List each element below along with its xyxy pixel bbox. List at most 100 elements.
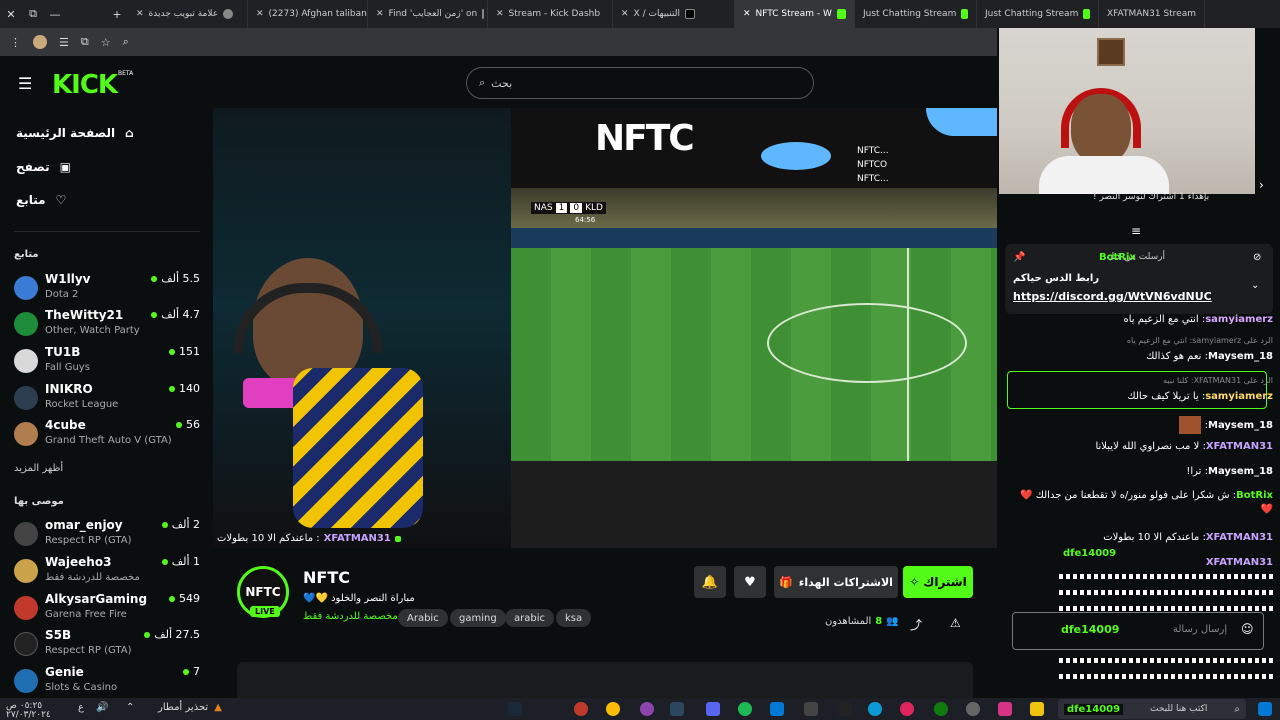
stream-category[interactable]: مخصصة للدردشة فقط xyxy=(303,611,398,622)
close-icon[interactable]: ✕ xyxy=(376,9,384,19)
browser-tab[interactable]: Just Chatting Stream xyxy=(855,0,977,28)
notifications-button[interactable]: 🔔 xyxy=(694,566,726,598)
search-input[interactable]: ⌕ بحث xyxy=(466,67,814,99)
obs-icon[interactable] xyxy=(966,702,980,716)
channel-item[interactable]: Wajeeho3 مخصصة للدردشة فقط 1 ألف xyxy=(14,555,200,587)
collapse-icon[interactable]: ≡ xyxy=(1131,224,1141,238)
channel-name[interactable]: NFTC xyxy=(303,568,350,587)
minimize-window-button[interactable]: — xyxy=(44,8,66,21)
browser-tab[interactable]: ✕ (2273) Afghan taliban xyxy=(248,0,368,28)
pinned-link[interactable]: https://discord.gg/WtVN6vdNUC xyxy=(1013,290,1212,303)
heart-icon: ♡ xyxy=(55,193,67,207)
browser-tab[interactable]: ✕ Find 'زمن العجايب' on xyxy=(368,0,488,28)
speaker-icon[interactable]: 🔊 xyxy=(96,702,108,713)
chat-username[interactable]: dfe14009 xyxy=(1063,548,1116,559)
outlook-icon[interactable] xyxy=(770,702,784,716)
language-indicator[interactable]: ع xyxy=(78,702,84,713)
zoom-icon[interactable]: ⌕ xyxy=(123,35,129,49)
channel-item[interactable]: W1llyv Dota 2 5.5 ألف xyxy=(14,272,200,304)
close-icon[interactable]: ✕ xyxy=(496,9,504,19)
close-icon[interactable]: ✕ xyxy=(136,9,144,19)
hamburger-menu-icon[interactable]: ☰ xyxy=(18,74,32,93)
subscribe-button[interactable]: اشتراك ✧ xyxy=(903,566,973,598)
chat-username[interactable]: XFATMAN31 xyxy=(1206,441,1273,452)
chat-username[interactable]: XFATMAN31 xyxy=(1206,557,1273,568)
clock[interactable]: ٠٥:٢٥ ص ٢٧/٠٣/٢٠٢٤ xyxy=(6,702,51,720)
menu-dots-icon[interactable]: ⋮ xyxy=(10,36,21,49)
recommended-section-title: موصى بها xyxy=(14,496,64,507)
bookmark-star-icon[interactable]: ☆ xyxy=(101,36,111,49)
show-more-link[interactable]: أظهر المزيد xyxy=(14,463,63,474)
app-icon[interactable] xyxy=(900,702,914,716)
kick-logo[interactable]: KICK xyxy=(52,70,118,100)
steam-icon[interactable] xyxy=(508,702,522,716)
live-dot-icon xyxy=(151,311,158,318)
extensions-icon[interactable]: ⧉ xyxy=(81,35,89,49)
profile-icon[interactable] xyxy=(33,35,47,49)
channel-item[interactable]: Genie Slots & Casino 7 xyxy=(14,665,200,697)
chat-username[interactable]: samyiamerz xyxy=(1205,314,1273,325)
chat-username[interactable]: samyiamerz xyxy=(1205,391,1273,402)
edge-icon[interactable] xyxy=(868,702,882,716)
copilot-icon[interactable] xyxy=(998,702,1012,716)
chevron-right-icon[interactable]: › xyxy=(1259,178,1264,192)
browser-tab[interactable]: ✕ X / التنبيهات xyxy=(613,0,735,28)
new-tab-button[interactable]: + xyxy=(106,8,128,21)
chat-username[interactable]: Maysem_18 xyxy=(1208,351,1273,362)
browser-tab-active[interactable]: ✕ NFTC Stream - W xyxy=(735,0,855,28)
tag[interactable]: Arabic xyxy=(398,609,448,627)
steam-icon[interactable] xyxy=(670,702,684,716)
chrome-icon[interactable] xyxy=(606,702,620,716)
spotify-icon[interactable] xyxy=(738,702,752,716)
close-icon[interactable]: ✕ xyxy=(256,9,264,19)
sidebar-item-home[interactable]: الصفحة الرئيسية ⌂ xyxy=(16,126,134,140)
tag[interactable]: gaming xyxy=(450,609,506,627)
xbox-icon[interactable] xyxy=(934,702,948,716)
share-icon[interactable]: ⤴ xyxy=(910,616,922,633)
reading-list-icon[interactable]: ☰ xyxy=(59,36,69,49)
channel-item[interactable]: TU1B Fall Guys 151 xyxy=(14,345,200,377)
sidebar-item-following[interactable]: متابع ♡ xyxy=(16,193,66,207)
weather-widget[interactable]: ▲ تحذير أمطار xyxy=(158,702,222,713)
browser-tab[interactable]: Just Chatting Stream xyxy=(977,0,1099,28)
channel-item[interactable]: TheWitty21 Other, Watch Party 4.7 ألف xyxy=(14,308,200,340)
windows-start-icon[interactable] xyxy=(1258,702,1272,716)
chat-username[interactable]: XFATMAN31 xyxy=(1206,532,1273,543)
follow-button[interactable]: ♥ xyxy=(734,566,766,598)
channel-item[interactable]: omar_enjoy Respect RP (GTA) 2 ألف xyxy=(14,518,200,550)
chat-username[interactable]: BotRix xyxy=(1236,490,1273,501)
hide-icon[interactable]: ⊘ xyxy=(1253,252,1261,263)
browser-tab[interactable]: XFATMAN31 Stream xyxy=(1099,0,1205,28)
channel-item[interactable]: 4cube Grand Theft Auto V (GTA) 56 xyxy=(14,418,200,450)
taskbar-search[interactable]: ⌕ اكتب هنا للبحث dfe14009 xyxy=(1058,699,1246,719)
tag[interactable]: arabic xyxy=(505,609,554,627)
capcut-icon[interactable] xyxy=(838,702,852,716)
chat-username[interactable]: Maysem_18 xyxy=(1208,466,1273,477)
app-icon[interactable] xyxy=(640,702,654,716)
restore-window-button[interactable]: ⧉ xyxy=(22,7,44,21)
close-icon[interactable]: ✕ xyxy=(743,9,751,19)
app-icon[interactable] xyxy=(574,702,588,716)
close-window-button[interactable]: ✕ xyxy=(0,8,22,21)
report-icon[interactable]: ⚠ xyxy=(950,616,961,630)
discord-icon[interactable] xyxy=(706,702,720,716)
tag[interactable]: ksa xyxy=(556,609,592,627)
chat-input[interactable]: dfe14009 إرسال رسالة ☺ xyxy=(1012,612,1264,650)
video-player[interactable]: NFTC NFTC... NFTCO NFTC... NAS 1 0 KLD 6… xyxy=(213,108,997,548)
close-icon[interactable]: ✕ xyxy=(621,9,629,19)
sidebar-item-browse[interactable]: تصفح ▣ xyxy=(16,160,71,174)
chat-username[interactable]: Maysem_18 xyxy=(1208,420,1273,431)
emoji-icon[interactable]: ☺ xyxy=(1241,622,1254,636)
browser-tab[interactable]: ✕ Stream - Kick Dashb xyxy=(488,0,613,28)
avatar xyxy=(14,422,38,446)
gift-subs-button[interactable]: الاشتراكات الهداء 🎁 xyxy=(774,566,898,598)
channel-item[interactable]: S5B Respect RP (GTA) 27.5 ألف xyxy=(14,628,200,660)
channel-item[interactable]: AlkysarGaming Garena Free Fire 549 xyxy=(14,592,200,624)
file-explorer-icon[interactable] xyxy=(1030,702,1044,716)
chevron-down-icon[interactable]: ⌄ xyxy=(1251,280,1259,291)
channel-item[interactable]: INIKRO Rocket League 140 xyxy=(14,382,200,414)
app-icon[interactable] xyxy=(804,702,818,716)
render-artifact xyxy=(1059,590,1275,595)
browser-tab[interactable]: ✕ علامة تبويب جديدة xyxy=(128,0,248,28)
chevron-up-icon[interactable]: ⌃ xyxy=(126,702,134,713)
